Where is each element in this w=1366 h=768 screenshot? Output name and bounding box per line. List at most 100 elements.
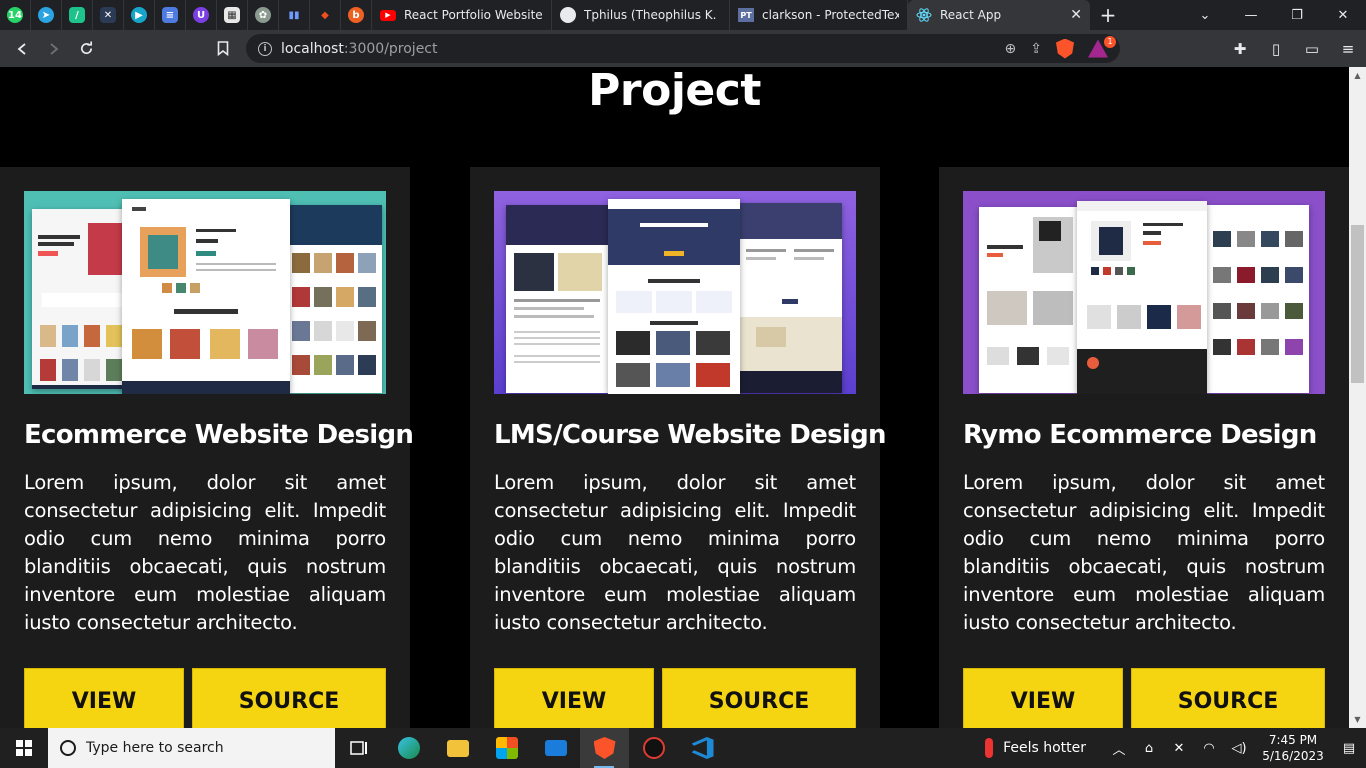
site-info-icon[interactable]: i [258, 41, 272, 56]
tab-title: React App [940, 8, 1002, 22]
mail-icon [544, 740, 567, 756]
chatgpt-icon: ✿ [255, 7, 271, 23]
pinned-tab-news[interactable]: ▦ [217, 0, 248, 30]
wifi-icon[interactable]: ◠ [1194, 741, 1224, 756]
windows-taskbar: Type here to search Feels hotter ︿ ⌂ ✕ ◠… [0, 728, 1366, 768]
taskbar-mail[interactable] [531, 728, 580, 768]
view-button[interactable]: VIEW [963, 668, 1123, 728]
show-hidden-icons-chevron-icon[interactable]: ︿ [1104, 739, 1134, 758]
source-button[interactable]: SOURCE [662, 668, 856, 728]
pinned-tab-figma[interactable]: ◆ [310, 0, 341, 30]
project-description: Lorem ipsum, dolor sit amet consectetur … [24, 471, 386, 634]
task-view-icon [349, 741, 367, 755]
tab-github[interactable]: Tphilus (Theophilus K. Dadz [552, 0, 730, 30]
pinned-tab-shield[interactable]: U [186, 0, 217, 30]
back-arrow-icon [17, 42, 26, 55]
section-title: Project [588, 67, 761, 116]
pinned-tab-analytics[interactable]: ▮▮ [279, 0, 310, 30]
forward-button[interactable] [38, 33, 70, 65]
pinned-tab-play[interactable]: ▶ [124, 0, 155, 30]
sidebar-icon[interactable]: ▯ [1258, 40, 1294, 58]
youtube-icon: ▶ [380, 7, 396, 23]
address-bar[interactable]: i localhost:3000/project ⊕ ⇪ 1 [246, 34, 1120, 63]
pinned-tab-feather[interactable]: / [62, 0, 93, 30]
page-scrollbar[interactable]: ▲ ▼ [1349, 67, 1366, 728]
taskbar-store[interactable] [482, 728, 531, 768]
pinned-tabs: 14 ➤ / ✕ ▶ ≡ U ▦ ✿ ▮▮ ◆ b [0, 0, 372, 30]
project-title: Ecommerce Website Design [24, 420, 414, 450]
tab-react-app[interactable]: React App ✕ [908, 0, 1090, 30]
task-view-button[interactable] [335, 728, 384, 768]
pinned-tab-telegram[interactable]: ➤ [31, 0, 62, 30]
source-button[interactable]: SOURCE [1131, 668, 1325, 728]
tab-youtube[interactable]: ▶ React Portfolio Website Tut [372, 0, 552, 30]
maximize-button[interactable]: ❐ [1274, 0, 1320, 30]
pinned-tab-x[interactable]: ✕ [93, 0, 124, 30]
volume-icon[interactable]: ◁) [1224, 741, 1254, 756]
view-button[interactable]: VIEW [24, 668, 184, 728]
project-card: Rymo Ecommerce Design Lorem ipsum, dolor… [939, 167, 1349, 728]
search-placeholder: Type here to search [86, 740, 224, 756]
tab-title: React Portfolio Website Tut [404, 8, 543, 22]
zoom-icon[interactable]: ⊕ [1005, 41, 1017, 57]
new-tab-button[interactable]: + [1090, 0, 1126, 30]
brave-rewards-icon[interactable]: 1 [1088, 35, 1116, 58]
close-tab-icon[interactable]: ✕ [1062, 7, 1082, 23]
extensions-icon[interactable]: ✚ [1222, 40, 1258, 58]
view-button[interactable]: VIEW [494, 668, 654, 728]
menu-icon[interactable]: ≡ [1330, 40, 1366, 58]
whatsapp-icon: 14 [7, 7, 23, 23]
toolbar-actions: ✚ ▯ ▭ ≡ [1222, 30, 1366, 67]
wallet-icon[interactable]: ▭ [1294, 40, 1330, 58]
figma-icon: ◆ [321, 9, 329, 21]
project-card: Ecommerce Website Design Lorem ipsum, do… [0, 167, 414, 728]
pinned-tab-chatgpt[interactable]: ✿ [248, 0, 279, 30]
telegram-icon: ➤ [38, 7, 54, 23]
scroll-down-icon[interactable]: ▼ [1349, 711, 1366, 728]
project-description: Lorem ipsum, dolor sit amet consectetur … [494, 471, 856, 634]
scrollbar-thumb[interactable] [1351, 225, 1364, 383]
notifications-icon[interactable]: ▤ [1332, 741, 1366, 756]
thermometer-icon [985, 738, 994, 758]
protectedtext-icon: PT [738, 7, 754, 23]
scroll-up-icon[interactable]: ▲ [1349, 67, 1366, 84]
taskbar-edge[interactable] [384, 728, 433, 768]
pinned-tab-docs[interactable]: ≡ [155, 0, 186, 30]
taskbar-file-explorer[interactable] [433, 728, 482, 768]
close-window-button[interactable]: ✕ [1320, 0, 1366, 30]
forward-arrow-icon [50, 42, 59, 55]
pinned-tab-whatsapp[interactable]: 14 [0, 0, 31, 30]
tab-title: Tphilus (Theophilus K. Dadz [584, 8, 721, 22]
window-controls: ⌄ — ❐ ✕ [1182, 0, 1366, 30]
brave-shields-icon[interactable] [1056, 38, 1074, 59]
project-title: LMS/Course Website Design [494, 420, 887, 450]
project-thumbnail [24, 191, 386, 394]
source-button[interactable]: SOURCE [192, 668, 386, 728]
minimize-button[interactable]: — [1228, 0, 1274, 30]
folder-icon [446, 739, 469, 757]
input-language-icon[interactable]: ✕ [1164, 741, 1194, 756]
tab-search-chevron-icon[interactable]: ⌄ [1182, 0, 1228, 30]
tab-title: clarkson - ProtectedText [762, 8, 899, 22]
back-button[interactable] [6, 33, 38, 65]
pinned-tab-bitly[interactable]: b [341, 0, 372, 30]
weather-text: Feels hotter [1003, 740, 1086, 756]
vscode-icon [691, 737, 714, 759]
taskbar-brave[interactable] [580, 728, 629, 768]
start-button[interactable] [0, 728, 48, 768]
weather-widget[interactable]: Feels hotter [985, 738, 1086, 758]
feather-icon: / [69, 7, 85, 23]
newspaper-icon: ▦ [224, 7, 240, 23]
taskbar-search[interactable]: Type here to search [48, 728, 335, 768]
meet-now-icon[interactable]: ⌂ [1134, 741, 1164, 756]
brave-icon [593, 737, 616, 759]
taskbar-app-red[interactable] [629, 728, 678, 768]
x-logo-icon: ✕ [100, 7, 116, 23]
taskbar-vscode[interactable] [678, 728, 727, 768]
taskbar-clock[interactable]: 7:45 PM 5/16/2023 [1254, 732, 1332, 764]
reload-button[interactable] [70, 33, 102, 65]
taskbar-apps [335, 728, 727, 768]
share-icon[interactable]: ⇪ [1030, 41, 1042, 57]
tab-protectedtext[interactable]: PT clarkson - ProtectedText [730, 0, 908, 30]
bookmark-button[interactable] [207, 32, 239, 64]
